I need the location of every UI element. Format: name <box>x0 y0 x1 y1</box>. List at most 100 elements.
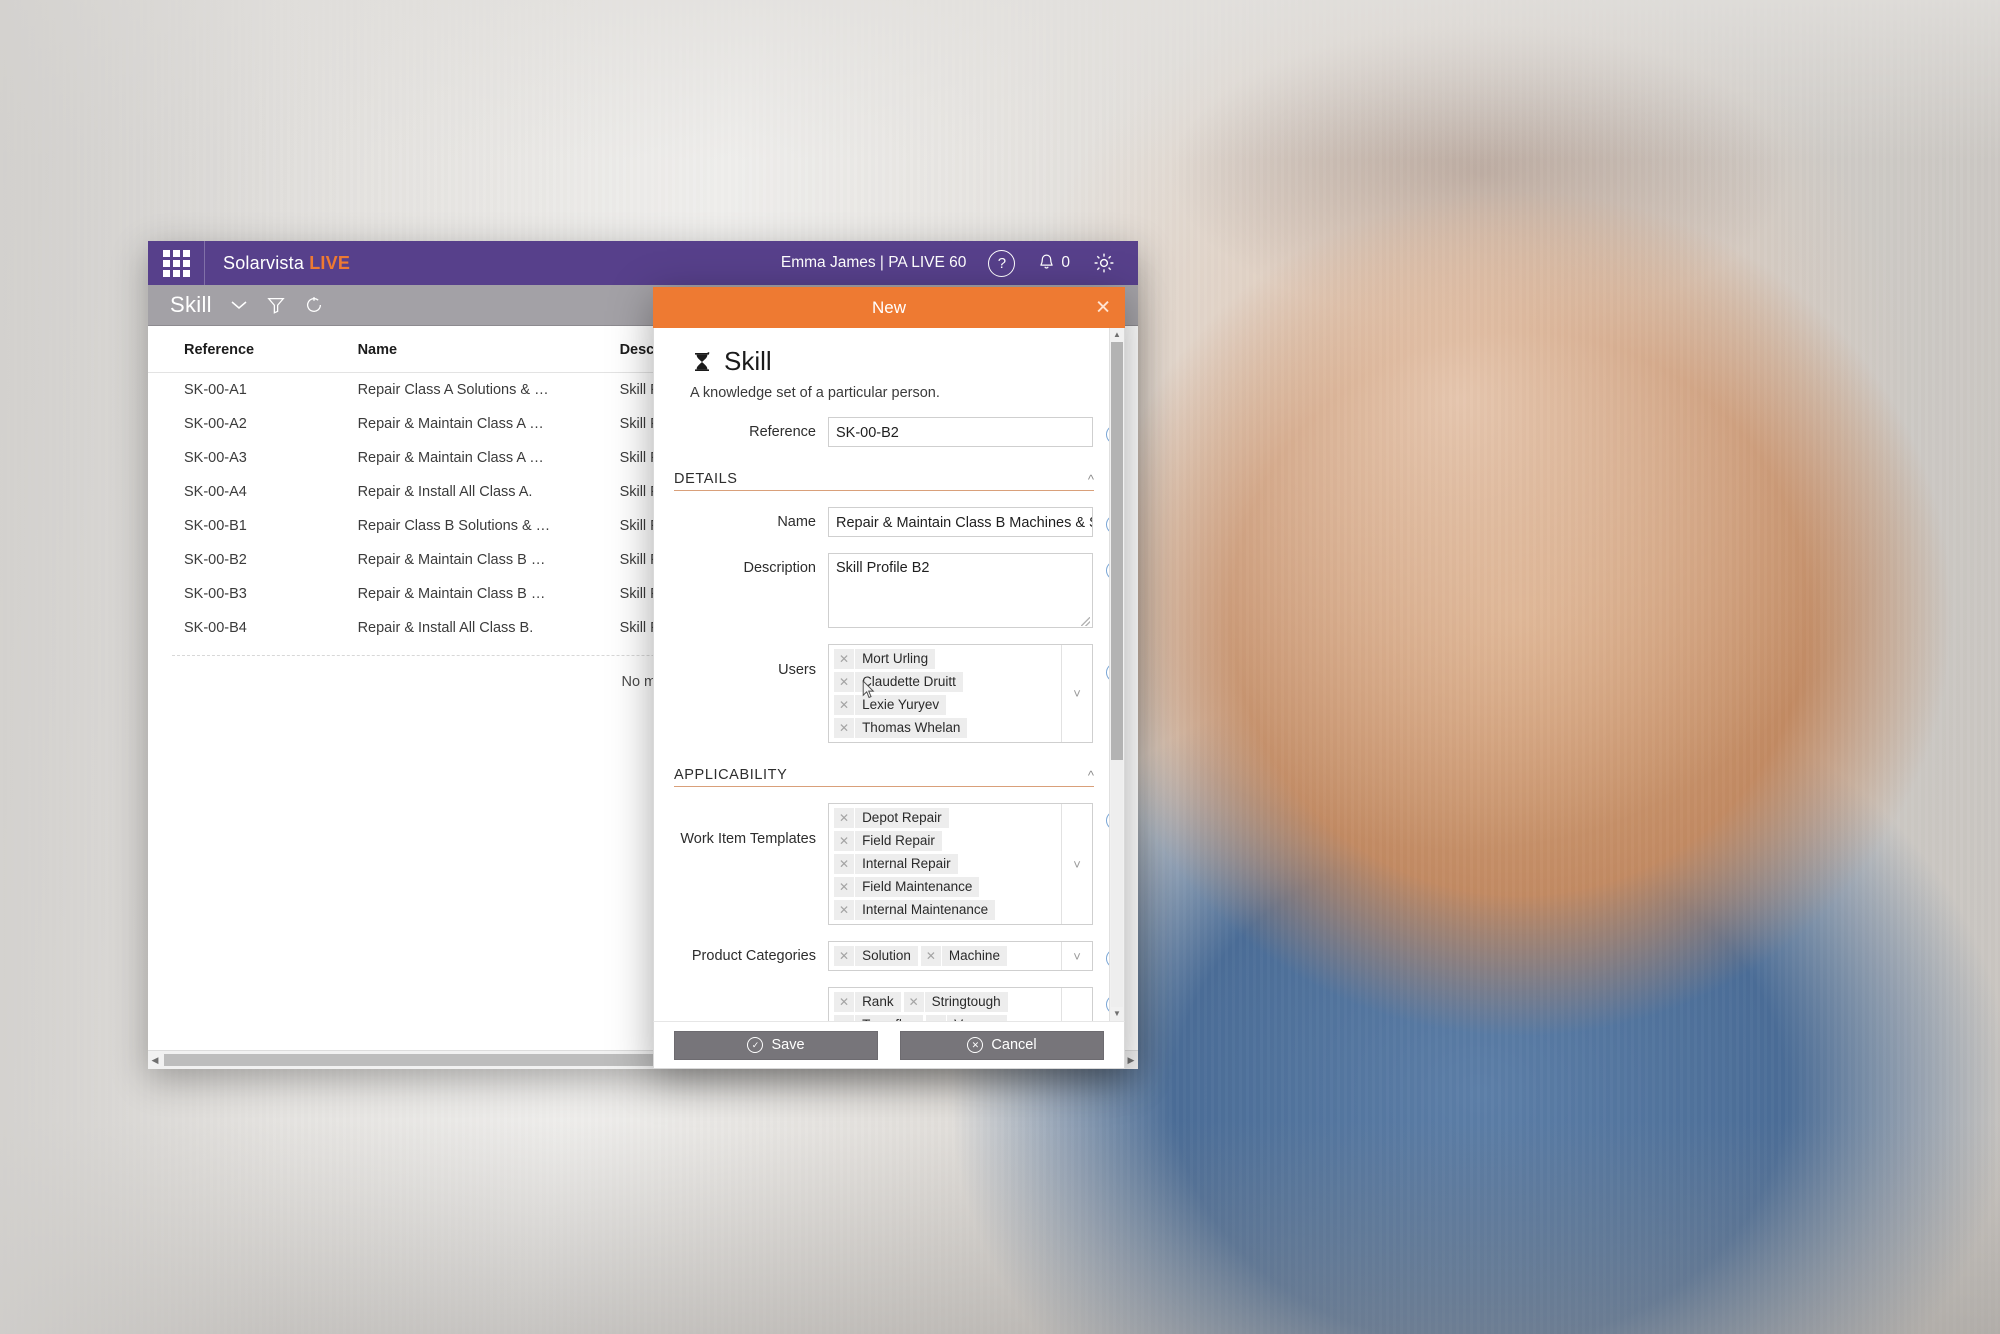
name-label: Name <box>674 507 828 530</box>
table-cell-reference: SK-00-A1 <box>148 373 358 408</box>
chevron-down-icon[interactable] <box>230 299 248 311</box>
tag-chip[interactable]: ✕Tampflex <box>834 1015 923 1021</box>
scroll-up-arrow-icon[interactable]: ▲ <box>1110 328 1124 342</box>
tag-label: Tampflex <box>855 1015 923 1021</box>
tag-chip[interactable]: ✕Rank <box>834 992 901 1012</box>
remove-tag-icon[interactable]: ✕ <box>834 672 855 692</box>
tag-chip[interactable]: ✕Mort Urling <box>834 649 935 669</box>
bell-icon <box>1037 253 1056 273</box>
scroll-right-arrow-icon[interactable]: ▶ <box>1124 1055 1138 1066</box>
tag-chip[interactable]: ✕Depot Repair <box>834 808 949 828</box>
table-cell-name: Repair & Maintain Class B … <box>358 543 620 577</box>
user-account-label[interactable]: Emma James | PA LIVE 60 <box>781 254 967 272</box>
remove-tag-icon[interactable]: ✕ <box>834 900 855 920</box>
remove-tag-icon[interactable]: ✕ <box>834 718 855 738</box>
remove-tag-icon[interactable]: ✕ <box>834 1015 855 1021</box>
name-input[interactable]: Repair & Maintain Class B Machines & Sol… <box>828 507 1093 537</box>
dialog-scroll-area: Skill A knowledge set of a particular pe… <box>654 328 1110 1021</box>
gear-icon[interactable] <box>1092 251 1116 275</box>
tag-chip[interactable]: ✕Internal Repair <box>834 854 958 874</box>
work-item-templates-tag-list: ✕Depot Repair✕Field Repair✕Internal Repa… <box>829 804 1061 924</box>
table-cell-name: Repair Class A Solutions & … <box>358 373 620 408</box>
section-header-applicability[interactable]: APPLICABILITY ^ <box>674 767 1094 787</box>
column-header-name[interactable]: Name <box>358 326 620 373</box>
tag-chip[interactable]: ✕Lexie Yuryev <box>834 695 946 715</box>
name-control: Repair & Maintain Class B Machines & Sol… <box>828 507 1093 537</box>
tag-label: Depot Repair <box>855 808 949 828</box>
tag-chip[interactable]: ✕Solution <box>834 946 918 966</box>
app-grid-icon[interactable] <box>148 241 205 285</box>
users-tagbox[interactable]: ✕Mort Urling✕Claudette Druitt✕Lexie Yury… <box>828 644 1093 743</box>
description-textarea[interactable]: Skill Profile B2 <box>828 553 1093 628</box>
remove-tag-icon[interactable]: ✕ <box>921 946 942 966</box>
remove-tag-icon[interactable]: ✕ <box>834 992 855 1012</box>
section-header-details[interactable]: DETAILS ^ <box>674 471 1094 491</box>
table-cell-name: Repair & Maintain Class B … <box>358 577 620 611</box>
cancel-button[interactable]: ✕ Cancel <box>900 1031 1104 1060</box>
field-row-product-categories: Product Categories ✕Solution✕Machine ˅ i <box>654 941 1110 971</box>
notifications-button[interactable]: 0 <box>1037 253 1070 273</box>
skill-person-icon <box>690 350 714 374</box>
remove-tag-icon[interactable]: ✕ <box>834 808 855 828</box>
table-cell-name: Repair & Install All Class B. <box>358 611 620 645</box>
tag-chip[interactable]: ✕Claudette Druitt <box>834 672 963 692</box>
product-categories-tagbox[interactable]: ✕Solution✕Machine ˅ <box>828 941 1093 971</box>
funnel-icon[interactable] <box>266 295 286 315</box>
tag-label: Machine <box>942 946 1007 966</box>
remove-tag-icon[interactable]: ✕ <box>834 649 855 669</box>
save-button[interactable]: ✓ Save <box>674 1031 878 1060</box>
field-row-manufacturers: Manufacturers ✕Rank✕Stringtough✕Tampflex… <box>654 987 1110 1021</box>
vertical-scroll-thumb[interactable] <box>1111 342 1123 760</box>
scroll-down-arrow-icon[interactable]: ▼ <box>1110 1007 1124 1021</box>
tag-chip[interactable]: ✕Thomas Whelan <box>834 718 967 738</box>
table-cell-name: Repair & Maintain Class A … <box>358 407 620 441</box>
scroll-left-arrow-icon[interactable]: ◀ <box>148 1055 162 1066</box>
chevron-down-icon[interactable]: ˅ <box>1061 988 1092 1021</box>
reference-control: SK-00-B2 <box>828 417 1093 447</box>
remove-tag-icon[interactable]: ✕ <box>904 992 925 1012</box>
remove-tag-icon[interactable]: ✕ <box>834 831 855 851</box>
users-tag-list: ✕Mort Urling✕Claudette Druitt✕Lexie Yury… <box>829 645 1061 742</box>
remove-tag-icon[interactable]: ✕ <box>834 854 855 874</box>
reference-input[interactable]: SK-00-B2 <box>828 417 1093 447</box>
product-categories-control: ✕Solution✕Machine ˅ <box>828 941 1093 971</box>
tag-chip[interactable]: ✕Vagram <box>926 1015 1007 1021</box>
chevron-up-icon[interactable]: ^ <box>1088 472 1094 487</box>
manufacturers-control: ✕Rank✕Stringtough✕Tampflex✕Vagram✕Redhol… <box>828 987 1093 1021</box>
tag-chip[interactable]: ✕Field Maintenance <box>834 877 979 897</box>
description-label: Description <box>674 553 828 576</box>
manufacturers-tagbox[interactable]: ✕Rank✕Stringtough✕Tampflex✕Vagram✕Redhol… <box>828 987 1093 1021</box>
work-item-templates-control: ✕Depot Repair✕Field Repair✕Internal Repa… <box>828 803 1093 925</box>
tag-chip[interactable]: ✕Field Repair <box>834 831 942 851</box>
table-cell-reference: SK-00-A4 <box>148 475 358 509</box>
brand-name: Solarvista <box>223 253 304 273</box>
chevron-down-icon[interactable]: ˅ <box>1061 804 1092 924</box>
brand-logo[interactable]: Solarvista LIVE <box>205 253 350 274</box>
chevron-down-icon[interactable]: ˅ <box>1061 645 1092 742</box>
notification-count: 0 <box>1061 254 1070 272</box>
dialog-title: New <box>872 298 906 318</box>
resize-grip-icon[interactable] <box>1081 617 1090 626</box>
remove-tag-icon[interactable]: ✕ <box>834 877 855 897</box>
remove-tag-icon[interactable]: ✕ <box>834 695 855 715</box>
work-item-templates-tagbox[interactable]: ✕Depot Repair✕Field Repair✕Internal Repa… <box>828 803 1093 925</box>
tag-label: Rank <box>855 992 901 1012</box>
question-mark-icon[interactable]: ? <box>988 250 1015 277</box>
close-icon[interactable]: ✕ <box>1095 298 1111 317</box>
dialog-vertical-scrollbar[interactable]: ▲ ▼ <box>1109 328 1124 1021</box>
tag-chip[interactable]: ✕Internal Maintenance <box>834 900 995 920</box>
refresh-icon[interactable] <box>304 295 324 315</box>
tag-chip[interactable]: ✕Stringtough <box>904 992 1008 1012</box>
manufacturers-tag-list: ✕Rank✕Stringtough✕Tampflex✕Vagram✕Redhol… <box>829 988 1061 1021</box>
remove-tag-icon[interactable]: ✕ <box>926 1015 947 1021</box>
table-cell-name: Repair & Maintain Class A … <box>358 441 620 475</box>
tag-label: Mort Urling <box>855 649 935 669</box>
chevron-up-icon[interactable]: ^ <box>1088 768 1094 783</box>
new-skill-dialog: New ✕ Skill A knowledge set of a particu… <box>653 287 1125 1069</box>
tag-label: Lexie Yuryev <box>855 695 946 715</box>
remove-tag-icon[interactable]: ✕ <box>834 946 855 966</box>
table-cell-name: Repair Class B Solutions & … <box>358 509 620 543</box>
tag-chip[interactable]: ✕Machine <box>921 946 1007 966</box>
column-header-reference[interactable]: Reference <box>148 326 358 373</box>
chevron-down-icon[interactable]: ˅ <box>1061 942 1092 970</box>
